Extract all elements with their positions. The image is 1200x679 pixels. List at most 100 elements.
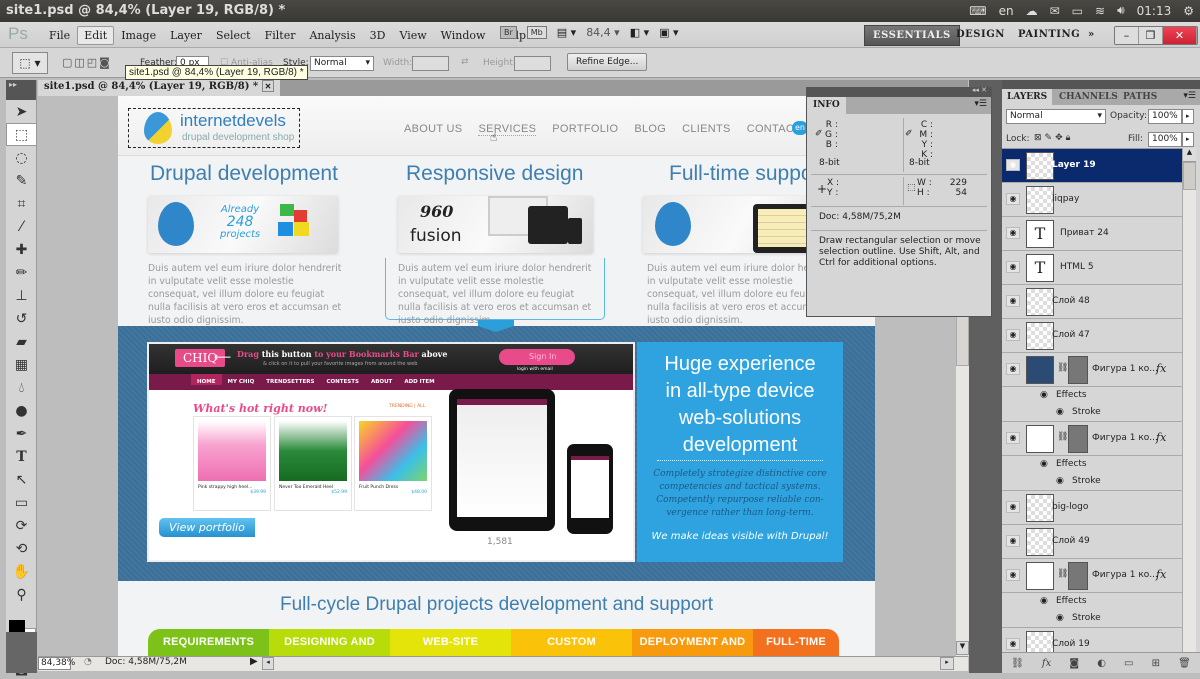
layer-row[interactable]: ◉ Слой 49 xyxy=(1002,525,1182,559)
menu-filter[interactable]: Filter xyxy=(258,26,303,45)
lock-icons[interactable]: ⊠✎✥🔒︎ xyxy=(1034,133,1073,143)
keyboard-icon[interactable]: ⌨ xyxy=(969,4,986,18)
status-menu-arrow[interactable]: ▶ xyxy=(250,656,258,667)
hand-tool-icon[interactable]: ✋ xyxy=(6,560,37,583)
gradient-tool-icon[interactable]: ▦ xyxy=(6,353,37,376)
refine-edge-button[interactable]: Refine Edge... xyxy=(567,53,648,71)
link-icon[interactable]: ⛓ xyxy=(1057,569,1068,579)
visibility-eye-icon[interactable]: ◉ xyxy=(1006,569,1020,581)
layers-scrollbar[interactable]: ▲ xyxy=(1182,148,1196,652)
swap-dimensions-icon[interactable]: ⇄ xyxy=(461,57,469,67)
layer-row[interactable]: ◉ ⛓ Фигура 1 ко... fx xyxy=(1002,559,1182,593)
visibility-eye-icon[interactable]: ◉ xyxy=(1006,535,1020,547)
visibility-eye-icon[interactable]: ◉ xyxy=(1006,159,1020,171)
scroll-down-button[interactable]: ▼ xyxy=(956,641,969,655)
new-layer-icon[interactable]: ⊞ xyxy=(1152,658,1160,669)
clock[interactable]: 01:13 xyxy=(1137,4,1172,18)
minimize-button[interactable]: – xyxy=(1115,27,1139,44)
fx-icon[interactable]: fx xyxy=(1156,568,1166,581)
nav-blog[interactable]: BLOG xyxy=(634,123,666,136)
tool-preset-picker[interactable]: ⬚ ▾ xyxy=(12,52,48,74)
layers-panel-menu-icon[interactable]: ▾☰ xyxy=(1183,91,1196,101)
3d-rotate-tool-icon[interactable]: ⟳ xyxy=(6,514,37,537)
link-icon[interactable]: ⛓ xyxy=(1057,432,1068,442)
panel-menu-icon[interactable]: ▾☰ xyxy=(974,99,987,109)
layer-row[interactable]: ◉ T Приват 24 xyxy=(1002,217,1182,251)
new-group-icon[interactable]: ▭ xyxy=(1124,658,1133,669)
visibility-eye-icon[interactable]: ◉ xyxy=(1040,390,1048,400)
visibility-eye-icon[interactable]: ◉ xyxy=(1006,329,1020,341)
design-canvas[interactable]: internetdevels drupal development shop A… xyxy=(118,96,875,656)
visibility-eye-icon[interactable]: ◉ xyxy=(1056,613,1064,623)
layer-row[interactable]: ◉ Layer 19 xyxy=(1002,149,1182,183)
stamp-tool-icon[interactable]: ⊥ xyxy=(6,284,37,307)
effects-row[interactable]: ◉ Effects xyxy=(1002,594,1182,611)
delete-layer-icon[interactable]: 🗑︎ xyxy=(1178,658,1191,669)
visibility-eye-icon[interactable]: ◉ xyxy=(1056,476,1064,486)
wifi-icon[interactable]: ≋ xyxy=(1095,4,1105,18)
menu-analysis[interactable]: Analysis xyxy=(302,26,362,45)
nav-portfolio[interactable]: PORTFOLIO xyxy=(552,123,618,136)
visibility-eye-icon[interactable]: ◉ xyxy=(1006,432,1020,444)
nav-services[interactable]: SERVICES xyxy=(478,123,537,136)
stroke-row[interactable]: ◉ Stroke xyxy=(1002,611,1182,628)
history-brush-tool-icon[interactable]: ↺ xyxy=(6,307,37,330)
battery-icon[interactable]: ▭ xyxy=(1072,4,1083,18)
bridge-button[interactable]: Br xyxy=(500,26,517,39)
arrange-documents-icon[interactable]: ◧ ▾ xyxy=(630,26,649,39)
layer-row[interactable]: ◉ ⛓ Фигура 1 ко... fx xyxy=(1002,353,1182,387)
document-tab[interactable]: site1.psd @ 84,4% (Layer 19, RGB/8) * ✕ xyxy=(38,80,281,96)
layer-row[interactable]: ◉ ⛓ Фигура 1 ко... fx xyxy=(1002,422,1182,456)
fill-input[interactable]: 100% xyxy=(1148,132,1182,147)
layers-scroll-up[interactable]: ▲ xyxy=(1183,148,1196,162)
layers-scroll-thumb[interactable] xyxy=(1183,162,1196,190)
link-layers-icon[interactable]: ⛓ xyxy=(1011,658,1024,669)
marquee-selection[interactable] xyxy=(128,108,300,148)
rect-marquee-tool-icon[interactable]: ⬚ xyxy=(6,123,37,146)
layer-row[interactable]: ◉ Слой 19 xyxy=(1002,628,1182,652)
keyboard-layout[interactable]: en xyxy=(999,4,1014,18)
menu-select[interactable]: Select xyxy=(209,26,258,45)
dodge-tool-icon[interactable]: ● xyxy=(6,399,37,422)
zoom-tool-icon[interactable]: ⚲ xyxy=(6,583,37,606)
visibility-eye-icon[interactable]: ◉ xyxy=(1006,261,1020,273)
fill-slider-button[interactable]: ▸ xyxy=(1182,132,1194,147)
zoom-field[interactable]: 84,38% xyxy=(38,657,75,670)
blend-mode-select[interactable]: Normal ▾ xyxy=(1006,109,1106,124)
tab-paths[interactable]: PATHS xyxy=(1118,89,1162,105)
visibility-eye-icon[interactable]: ◉ xyxy=(1040,596,1048,606)
info-tab[interactable]: INFO xyxy=(807,97,846,114)
visibility-eye-icon[interactable]: ◉ xyxy=(1056,407,1064,417)
lasso-tool-icon[interactable]: ◌ xyxy=(6,146,37,169)
workspace-essentials[interactable]: ESSENTIALS xyxy=(864,25,960,46)
pen-tool-icon[interactable]: ✒ xyxy=(6,422,37,445)
eraser-tool-icon[interactable]: ▰ xyxy=(6,330,37,353)
visibility-eye-icon[interactable]: ◉ xyxy=(1006,363,1020,375)
scroll-right-button[interactable]: ▸ xyxy=(940,657,954,670)
tab-layers[interactable]: LAYERS xyxy=(1002,89,1053,105)
fx-icon[interactable]: fx xyxy=(1156,431,1166,444)
layer-row[interactable]: ◉ liqpay xyxy=(1002,183,1182,217)
menu-view[interactable]: View xyxy=(392,26,433,45)
layer-row[interactable]: ◉ Слой 47 xyxy=(1002,319,1182,353)
selection-mode-icons[interactable]: ▢◫◰◙ xyxy=(62,56,112,69)
menu-file[interactable]: File xyxy=(42,26,77,45)
menu-layer[interactable]: Layer xyxy=(163,26,209,45)
menu-3d[interactable]: 3D xyxy=(363,26,393,45)
menu-image[interactable]: Image xyxy=(114,26,163,45)
height-input[interactable] xyxy=(514,56,551,71)
quick-select-tool-icon[interactable]: ✎ xyxy=(6,169,37,192)
visibility-eye-icon[interactable]: ◉ xyxy=(1006,295,1020,307)
visibility-eye-icon[interactable]: ◉ xyxy=(1006,501,1020,513)
stroke-row[interactable]: ◉ Stroke xyxy=(1002,405,1182,422)
mail-icon[interactable]: ✉ xyxy=(1050,4,1060,18)
view-extras-icon[interactable]: ▤ ▾ xyxy=(557,26,576,39)
blur-tool-icon[interactable]: 💧︎ xyxy=(6,376,37,399)
close-button[interactable]: ✕ xyxy=(1163,27,1197,44)
crop-tool-icon[interactable]: ⌗ xyxy=(6,192,37,215)
workspace-painting[interactable]: PAINTING xyxy=(1010,25,1088,46)
volume-icon[interactable]: 🔊︎ xyxy=(1117,3,1125,18)
style-select[interactable]: Normal ▾ xyxy=(310,56,374,71)
visibility-eye-icon[interactable]: ◉ xyxy=(1006,193,1020,205)
effects-row[interactable]: ◉ Effects xyxy=(1002,457,1182,474)
